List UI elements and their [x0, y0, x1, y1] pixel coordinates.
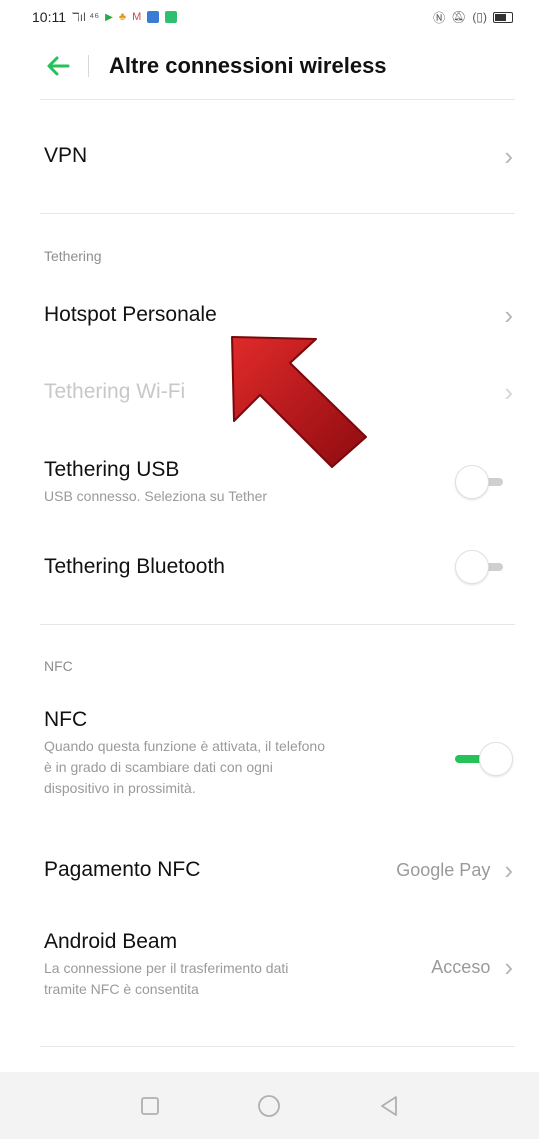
bt-tethering-label: Tethering Bluetooth — [44, 555, 225, 578]
nfc-toggle[interactable] — [455, 742, 513, 776]
section-label-tethering: Tethering — [44, 248, 102, 264]
android-beam-row[interactable]: Android Beam La connessione per il trasf… — [44, 930, 519, 1010]
gmail-icon: M — [132, 11, 142, 23]
status-right: Ⓝ 🔕︎ (▯) — [433, 9, 513, 26]
clock: 10:11 — [32, 9, 66, 25]
bt-tethering-row[interactable]: Tethering Bluetooth — [44, 545, 519, 589]
nfc-label: NFC — [44, 708, 88, 731]
bt-tethering-toggle[interactable] — [455, 550, 513, 584]
vpn-row[interactable]: VPN › — [44, 134, 519, 178]
circle-icon — [258, 1094, 281, 1117]
vibrate-icon: (▯) — [472, 10, 487, 24]
back-nav-button[interactable] — [367, 1084, 411, 1128]
mute-icon: 🔕︎ — [451, 10, 467, 24]
android-beam-subtitle-line: tramite NFC è consentita — [44, 981, 199, 997]
nfc-text: NFC Quando questa funzione è attivata, i… — [44, 708, 325, 799]
divider — [40, 624, 515, 625]
square-icon — [140, 1096, 159, 1115]
navigation-bar — [0, 1072, 539, 1139]
status-bar: 10:11 ℸıl ⁴⁶ ▶ ♣ M Ⓝ 🔕︎ (▯) — [0, 0, 539, 34]
app-notification-icon-2 — [165, 11, 178, 23]
usb-tethering-subtitle: USB connesso. Seleziona su Tether — [44, 487, 268, 504]
signal-icon: ℸıl ⁴⁶ — [72, 10, 100, 24]
divider — [40, 99, 515, 100]
play-store-icon: ▶ — [105, 11, 113, 23]
hotspot-label: Hotspot Personale — [44, 303, 217, 326]
nfc-payment-value: Google Pay — [396, 859, 491, 880]
usb-tethering-text: Tethering USB USB connesso. Seleziona su… — [44, 458, 267, 507]
nfc-payment-row[interactable]: Pagamento NFC Google Pay › — [44, 848, 519, 892]
android-beam-label: Android Beam — [44, 930, 178, 953]
nfc-row[interactable]: NFC Quando questa funzione è attivata, i… — [44, 708, 519, 812]
nfc-subtitle-line: dispositivo in prossimità. — [44, 780, 196, 796]
chevron-right-icon: › — [504, 377, 513, 407]
nfc-payment-value-wrap: Google Pay › — [396, 857, 519, 883]
chevron-right-icon: › — [504, 300, 513, 330]
back-arrow-icon — [47, 56, 70, 76]
android-beam-subtitle: La connessione per il trasferimento dati… — [44, 958, 288, 1000]
chevron-right-icon: › — [504, 141, 513, 171]
app-notification-icon — [147, 11, 160, 23]
nfc-subtitle: Quando questa funzione è attivata, il te… — [44, 736, 325, 799]
nfc-payment-label: Pagamento NFC — [44, 858, 201, 881]
nfc-subtitle-line: è in grado di scambiare dati con ogni — [44, 759, 273, 775]
wifi-tethering-label: Tethering Wi-Fi — [44, 380, 186, 403]
notification-icon: ♣ — [118, 11, 127, 23]
toggle-knob — [455, 465, 489, 499]
triangle-back-icon — [381, 1095, 398, 1116]
toggle-knob — [479, 742, 513, 776]
status-left: 10:11 ℸıl ⁴⁶ ▶ ♣ M — [32, 9, 178, 25]
back-button[interactable] — [36, 44, 80, 88]
nfc-subtitle-line: Quando questa funzione è attivata, il te… — [44, 738, 325, 754]
chevron-right-icon: › — [504, 952, 513, 982]
nfc-icon: Ⓝ — [433, 10, 446, 25]
divider — [40, 213, 515, 214]
usb-tethering-row[interactable]: Tethering USB USB connesso. Seleziona su… — [44, 450, 519, 514]
home-button[interactable] — [247, 1084, 291, 1128]
page-title: Altre connessioni wireless — [109, 53, 387, 78]
section-label-nfc: NFC — [44, 658, 73, 674]
android-beam-value-wrap: Acceso › — [431, 954, 519, 980]
android-beam-value: Acceso — [431, 956, 491, 977]
wifi-tethering-row: Tethering Wi-Fi › — [44, 370, 519, 414]
usb-tethering-toggle[interactable] — [455, 465, 513, 499]
divider — [40, 1046, 515, 1047]
android-beam-text: Android Beam La connessione per il trasf… — [44, 930, 288, 1000]
usb-tethering-label: Tethering USB — [44, 457, 180, 481]
app-header: Altre connessioni wireless — [0, 40, 539, 92]
chevron-right-icon: › — [504, 855, 513, 885]
recents-button[interactable] — [128, 1084, 172, 1128]
battery-icon — [493, 11, 513, 23]
vpn-label: VPN — [44, 144, 88, 167]
hotspot-row[interactable]: Hotspot Personale › — [44, 293, 519, 337]
toggle-knob — [455, 550, 489, 584]
header-divider — [88, 55, 89, 77]
android-beam-subtitle-line: La connessione per il trasferimento dati — [44, 960, 289, 976]
